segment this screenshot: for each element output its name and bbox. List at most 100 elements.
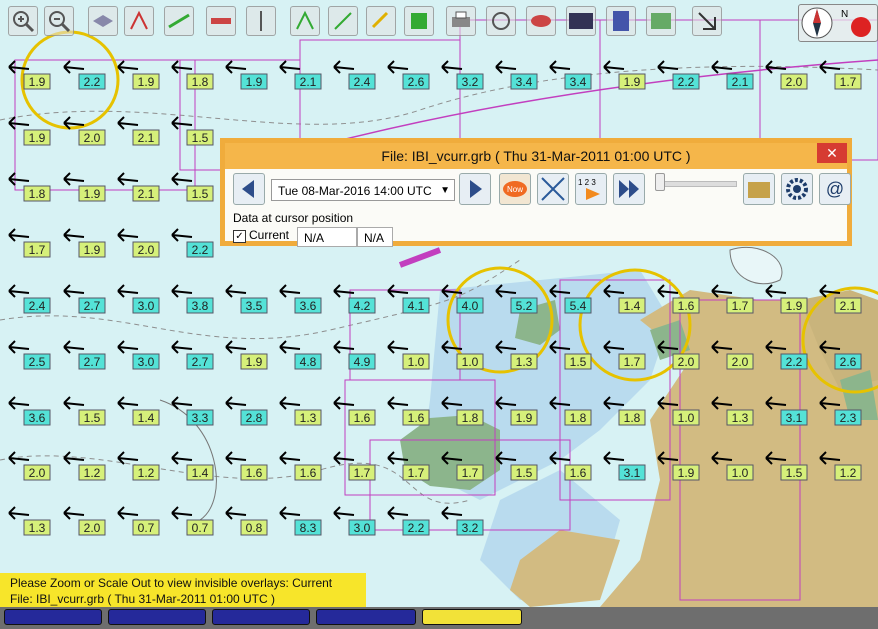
- print-button[interactable]: [446, 6, 476, 36]
- scale-button[interactable]: [566, 6, 596, 36]
- interval-button[interactable]: 1 2 3: [575, 173, 607, 205]
- current-value-label: 2.0: [780, 73, 808, 90]
- current-value-label: 1.8: [186, 73, 214, 90]
- svg-text:1.6: 1.6: [570, 466, 587, 480]
- current-value-label: 1.8: [23, 185, 51, 202]
- waypoint-icon: [260, 11, 262, 31]
- route-button[interactable]: [124, 6, 154, 36]
- date-select[interactable]: Tue 08-Mar-2016 14:00 UTC ▼: [271, 179, 455, 201]
- ruler-icon: [211, 18, 231, 24]
- request-button[interactable]: @: [819, 173, 851, 205]
- grib-title-bar[interactable]: File: IBI_vcurr.grb ( Thu 31-Mar-2011 01…: [225, 143, 847, 169]
- svg-text:1.9: 1.9: [516, 411, 533, 425]
- svg-text:2.1: 2.1: [732, 75, 749, 89]
- compass-widget[interactable]: N: [798, 4, 878, 42]
- time-slider-track[interactable]: [657, 181, 737, 187]
- svg-text:1.3: 1.3: [732, 411, 749, 425]
- svg-text:1.9: 1.9: [29, 131, 46, 145]
- piano-key-2[interactable]: [108, 609, 206, 625]
- settings-button[interactable]: [781, 173, 813, 205]
- measure-button[interactable]: [206, 6, 236, 36]
- svg-text:1.5: 1.5: [192, 187, 209, 201]
- svg-text:1.7: 1.7: [732, 299, 749, 313]
- current-value-label: 3.6: [23, 409, 51, 426]
- current-value-label: 2.7: [78, 297, 106, 314]
- current-value-label: 2.6: [834, 353, 862, 370]
- piano-key-3[interactable]: [212, 609, 310, 625]
- alarm-button[interactable]: [526, 6, 556, 36]
- current-value-label: 1.6: [294, 464, 322, 481]
- route-new-button[interactable]: [290, 6, 320, 36]
- svg-text:3.1: 3.1: [786, 411, 803, 425]
- prev-button[interactable]: [233, 173, 265, 205]
- current-value-label: 1.2: [78, 464, 106, 481]
- arrow-left-icon: [242, 180, 254, 198]
- current-value-label: 1.3: [510, 353, 538, 370]
- svg-text:0.7: 0.7: [192, 521, 209, 535]
- svg-text:2.7: 2.7: [84, 355, 101, 369]
- zoom-out-button[interactable]: [44, 6, 74, 36]
- current-value-label: 2.0: [726, 353, 754, 370]
- current-value-label: 1.2: [834, 464, 862, 481]
- svg-text:2.0: 2.0: [678, 355, 695, 369]
- route-icon: [130, 10, 148, 30]
- current-value-label: 2.4: [348, 73, 376, 90]
- open-file-button[interactable]: [743, 173, 775, 205]
- piano-key-5[interactable]: [422, 609, 522, 625]
- current-value-label: 1.5: [186, 129, 214, 146]
- status-message: Please Zoom or Scale Out to view invisib…: [0, 573, 366, 607]
- current-value-label: 1.5: [780, 464, 808, 481]
- svg-text:1.2: 1.2: [138, 466, 155, 480]
- grib-dialog: File: IBI_vcurr.grb ( Thu 31-Mar-2011 01…: [220, 138, 852, 247]
- current-value-label: 3.2: [456, 73, 484, 90]
- svg-text:3.0: 3.0: [138, 299, 155, 313]
- svg-text:3.0: 3.0: [138, 355, 155, 369]
- svg-text:1.9: 1.9: [246, 75, 263, 89]
- svg-text:1.7: 1.7: [29, 243, 46, 257]
- waypoint-add-button[interactable]: [328, 6, 358, 36]
- scale-icon: [569, 13, 593, 29]
- zoom-in-button[interactable]: [8, 6, 38, 36]
- svg-text:@: @: [826, 179, 844, 199]
- help-button[interactable]: [606, 6, 636, 36]
- svg-text:5.2: 5.2: [516, 299, 533, 313]
- current-value-label: 1.8: [618, 409, 646, 426]
- quit-button[interactable]: [692, 6, 722, 36]
- layer-button[interactable]: [88, 6, 118, 36]
- piano-key-1[interactable]: [4, 609, 102, 625]
- status-line-2: File: IBI_vcurr.grb ( Thu 31-Mar-2011 01…: [10, 592, 275, 606]
- route-manager-button[interactable]: [404, 6, 434, 36]
- current-value-label: 1.6: [240, 464, 268, 481]
- ais-button[interactable]: [486, 6, 516, 36]
- svg-text:8.3: 8.3: [300, 521, 317, 535]
- tools-button[interactable]: [366, 6, 396, 36]
- current-value-label: 1.9: [132, 73, 160, 90]
- svg-text:3.6: 3.6: [29, 411, 46, 425]
- play-button[interactable]: [613, 173, 645, 205]
- zoom-to-center-button[interactable]: [537, 173, 569, 205]
- current-value-label: 4.2: [348, 297, 376, 314]
- piano-key-4[interactable]: [316, 609, 416, 625]
- close-button[interactable]: ✕: [817, 143, 847, 163]
- svg-text:2.4: 2.4: [354, 75, 371, 89]
- svg-text:2.0: 2.0: [786, 75, 803, 89]
- svg-text:1.7: 1.7: [624, 355, 641, 369]
- current-value-label: 1.0: [402, 353, 430, 370]
- waypoint-button[interactable]: [246, 6, 276, 36]
- current-value-label: 1.9: [78, 241, 106, 258]
- grib-button[interactable]: [646, 6, 676, 36]
- current-value-label: 1.9: [672, 464, 700, 481]
- svg-text:4.2: 4.2: [354, 299, 371, 313]
- track-button[interactable]: [164, 6, 194, 36]
- next-button[interactable]: [459, 173, 491, 205]
- current-value-label: 1.9: [78, 185, 106, 202]
- now-button[interactable]: Now: [499, 173, 531, 205]
- current-value-label: 1.5: [186, 185, 214, 202]
- current-checkbox[interactable]: ✓: [233, 230, 246, 243]
- nautical-chart[interactable]: 1.9 2.2 1.9 1.8 1.9 2.1 2.4 2.6 3.2 3.4 3.4 1.9 2.2 2…: [0, 0, 878, 607]
- current-value-label: 2.0: [132, 241, 160, 258]
- current-value-label: 3.0: [132, 353, 160, 370]
- current-value-label: 4.1: [402, 297, 430, 314]
- status-line-1: Please Zoom or Scale Out to view invisib…: [10, 576, 333, 590]
- time-slider-thumb[interactable]: [655, 173, 665, 191]
